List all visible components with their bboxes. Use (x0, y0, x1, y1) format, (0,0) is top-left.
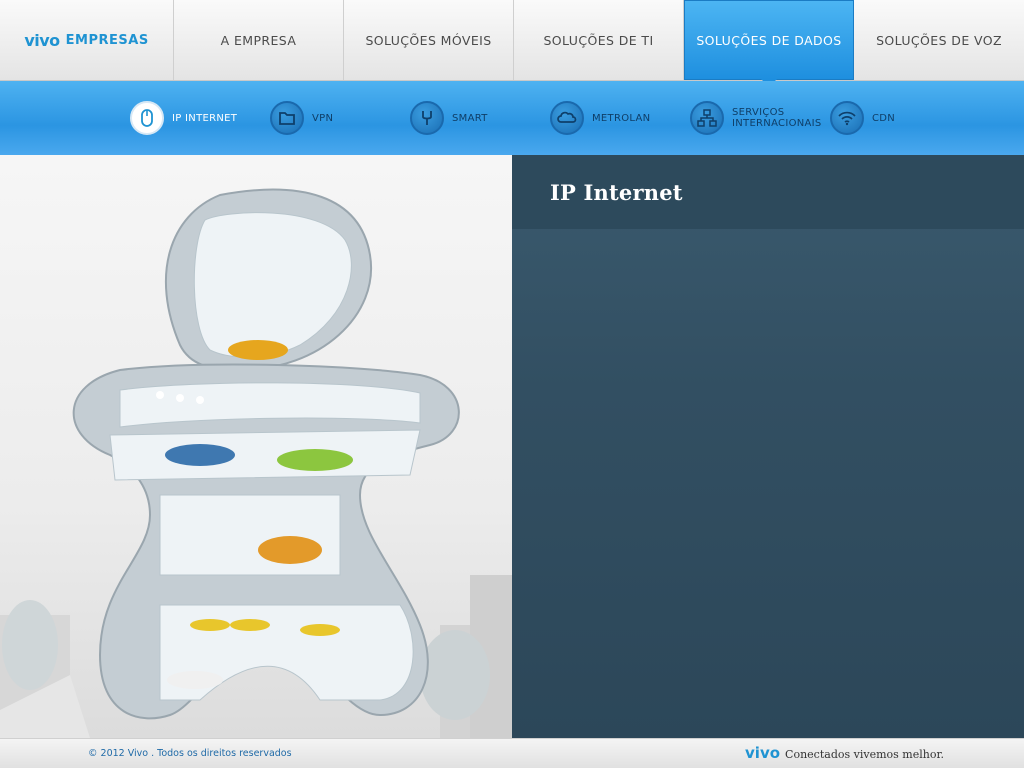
hero-illustration (0, 155, 512, 738)
subnav-label-line1: SERVIÇOS (732, 107, 785, 118)
nav-tab-solucoes-de-ti[interactable]: SOLUÇÕES DE TI (514, 0, 684, 80)
content-panel: IP Internet (512, 155, 1024, 738)
network-icon (690, 101, 724, 135)
content-header: IP Internet (512, 155, 1024, 229)
subnav-label: SMART (452, 112, 488, 124)
subnav-item-metrolan[interactable]: METROLAN (550, 100, 650, 136)
page-title: IP Internet (550, 179, 683, 205)
nav-tab-solucoes-moveis[interactable]: SOLUÇÕES MÓVEIS (344, 0, 514, 80)
brand-logo-vivo: vivo (24, 30, 60, 50)
top-navigation: vivo EMPRESAS A EMPRESA SOLUÇÕES MÓVEIS … (0, 0, 1024, 87)
nav-tab-solucoes-de-voz[interactable]: SOLUÇÕES DE VOZ (854, 0, 1024, 80)
brand-logo-suffix: EMPRESAS (65, 32, 149, 48)
subnav-item-smart[interactable]: SMART (410, 100, 488, 136)
folder-icon (270, 101, 304, 135)
subnav-item-vpn[interactable]: VPN (270, 100, 333, 136)
subnav-label-line2: INTERNACIONAIS (732, 118, 822, 129)
sub-navigation: IP INTERNET VPN SMART METROLAN SERVIÇOS … (0, 81, 1024, 155)
wifi-icon (830, 101, 864, 135)
footer-tagline: vivo Conectados vivemos melhor. (745, 744, 944, 762)
footer-vivo-logo: vivo (745, 744, 781, 762)
cloud-icon (550, 101, 584, 135)
footer: © 2012 Vivo . Todos os direitos reservad… (0, 738, 1024, 768)
nav-tab-a-empresa[interactable]: A EMPRESA (174, 0, 344, 80)
copyright-text: © 2012 Vivo . Todos os direitos reservad… (88, 748, 292, 759)
subnav-item-ip-internet[interactable]: IP INTERNET (130, 100, 237, 136)
subnav-label: CDN (872, 112, 896, 124)
mouse-icon (130, 101, 164, 135)
brand-logo[interactable]: vivo EMPRESAS (0, 0, 174, 80)
nav-tab-solucoes-de-dados[interactable]: SOLUÇÕES DE DADOS (684, 0, 854, 87)
tools-icon (410, 101, 444, 135)
subnav-label: VPN (312, 112, 334, 124)
subnav-label: SERVIÇOS INTERNACIONAIS (732, 107, 822, 129)
footer-tagline-text: Conectados vivemos melhor. (785, 748, 944, 761)
subnav-item-cdn[interactable]: CDN (830, 100, 895, 136)
subnav-label: IP INTERNET (172, 112, 238, 124)
subnav-label: METROLAN (592, 112, 651, 124)
subnav-item-servicos-internacionais[interactable]: SERVIÇOS INTERNACIONAIS (690, 100, 822, 136)
building-illustration (0, 188, 512, 738)
